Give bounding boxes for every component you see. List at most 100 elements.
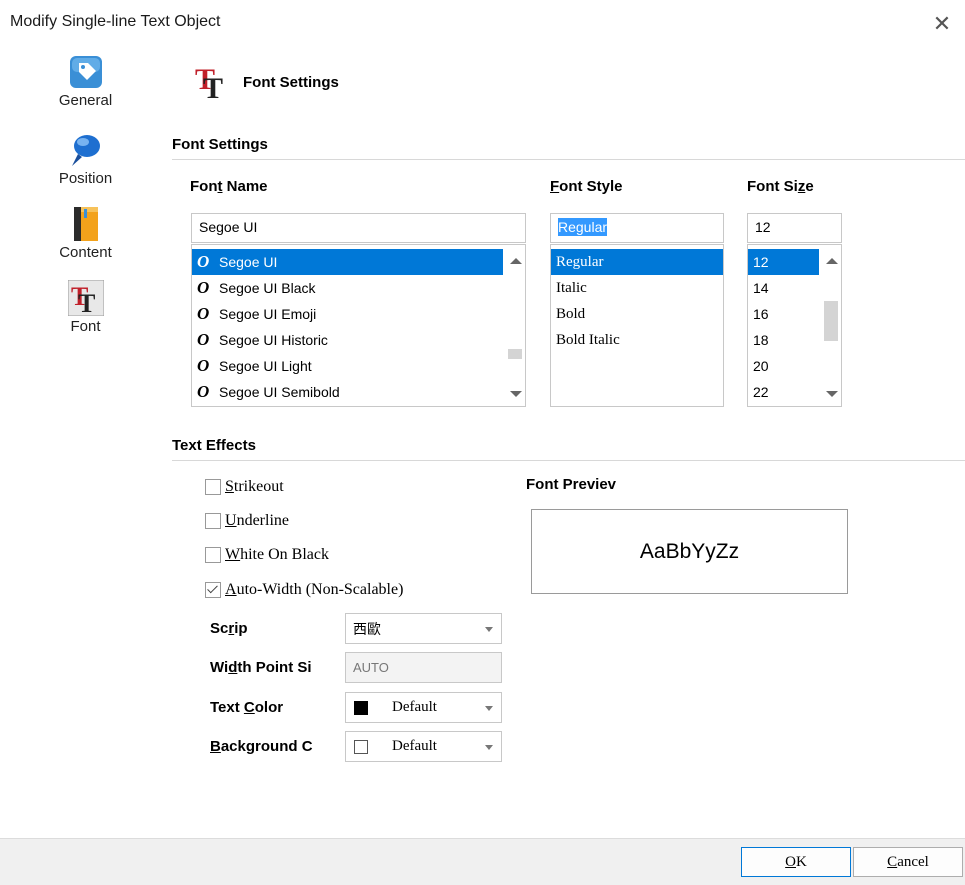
scroll-down-icon[interactable] [826,391,838,397]
close-icon[interactable]: ✕ [927,9,957,39]
ok-button[interactable]: OK [741,847,851,877]
list-item-label: Segoe UI Black [219,280,316,296]
font-size-list[interactable]: 12 14 16 18 20 22 [747,244,842,407]
list-item[interactable]: O Segoe UI Historic [192,327,503,353]
background-color-label: Background C [210,738,313,755]
sidebar-item-label: Position [58,170,113,187]
width-point-size-input: AUTO [345,652,502,683]
font-preview-label: Font Previev [526,476,617,493]
font-size-label: Font Size [747,178,814,195]
scroll-thumb[interactable] [508,349,522,359]
sidebar-item-position[interactable]: Position [38,132,133,187]
svg-text:T: T [203,72,223,101]
font-size-input[interactable]: 12 [747,213,842,243]
scroll-thumb[interactable] [824,301,838,341]
scrollbar[interactable] [821,245,841,406]
list-item-label: 20 [753,358,769,374]
section-font-settings: Font Settings [172,136,965,160]
sidebar-item-content[interactable]: Content [38,206,133,261]
scrollbar[interactable] [505,245,525,406]
cancel-button[interactable]: Cancel [853,847,963,877]
list-item[interactable]: 20 [748,353,819,379]
list-item[interactable]: 22 [748,379,819,405]
font-name-input[interactable]: Segoe UI [191,213,526,243]
pushpin-icon [71,135,100,166]
list-item[interactable]: Bold Italic [551,327,723,353]
script-value: 西歐 [353,620,381,637]
font-style-input[interactable]: Regular [550,213,724,243]
scroll-up-icon[interactable] [826,258,838,264]
font-preview-text: AaBbYyZz [639,539,740,563]
list-item[interactable]: Regular [551,249,723,275]
list-item-label: 12 [753,254,769,270]
book-icon [73,207,98,241]
chevron-down-icon [485,627,493,632]
white-on-black-checkbox[interactable]: White On Black [205,546,329,564]
content-panel: T T Font Settings Font Settings Font Nam… [165,48,965,838]
underline-checkbox[interactable]: Underline [205,512,289,530]
tag-icon [69,56,102,88]
checkbox-box[interactable] [205,547,221,563]
sidebar: General Position Content T T Font [0,48,165,838]
list-item-label: Italic [556,280,587,296]
title-bar: Modify Single-line Text Object ✕ [0,0,965,48]
checkbox-box[interactable] [205,479,221,495]
sidebar-item-font[interactable]: T T Font [38,280,133,335]
font-style-label: Font Style [550,178,623,195]
opentype-icon: O [197,382,210,401]
checkbox-label: White On Black [225,546,329,563]
text-color-label: Text Color [210,699,284,716]
window-title: Modify Single-line Text Object [10,13,221,30]
list-item-label: Segoe UI Light [219,358,312,374]
font-style-list[interactable]: Regular Italic Bold Bold Italic [550,244,724,407]
font-tt-icon: T T [195,63,223,101]
sidebar-item-general[interactable]: General [38,54,133,109]
list-item[interactable]: 12 [748,249,819,275]
list-item[interactable]: Bold [551,301,723,327]
page-title: Font Settings [243,73,339,91]
color-swatch [354,700,368,715]
scroll-down-icon[interactable] [510,391,522,397]
font-name-label: Font Name [190,178,268,195]
opentype-icon: O [197,252,210,271]
list-item[interactable]: O Segoe UI Semibold [192,379,503,405]
auto-width-checkbox[interactable]: Auto-Width (Non-Scalable) [205,581,403,599]
list-item[interactable]: O Segoe UI Light [192,353,503,379]
opentype-icon: O [197,330,210,349]
strikeout-checkbox[interactable]: Strikeout [205,478,284,496]
background-color-select[interactable]: Default [345,731,502,762]
checkbox-box[interactable] [205,582,221,598]
list-item[interactable]: O Segoe UI [192,249,503,275]
opentype-icon: O [197,278,210,297]
checkbox-box[interactable] [205,513,221,529]
list-item[interactable]: O Segoe UI Emoji [192,301,503,327]
font-name-list[interactable]: O Segoe UI O Segoe UI Black O Segoe UI Emoji O… [191,244,526,407]
font-preview-box: AaBbYyZz [531,509,848,594]
list-item-label: Segoe UI [219,254,278,270]
list-item[interactable]: 14 [748,275,819,301]
list-item-label: Segoe UI Emoji [219,306,317,322]
section-title: Text Effects [172,437,256,454]
list-item[interactable]: O Segoe UI Black [192,275,503,301]
checkbox-label: Underline [225,512,289,529]
sidebar-item-label: General [58,92,113,109]
list-item-label: 18 [753,332,769,348]
text-color-select[interactable]: Default [345,692,502,723]
color-swatch [354,739,368,754]
checkbox-label: Strikeout [225,478,284,495]
list-item[interactable]: Italic [551,275,723,301]
page-header: T T Font Settings [195,62,339,102]
script-select[interactable]: 西歐 [345,613,502,644]
list-item-label: Regular [556,254,604,270]
list-item-label: 16 [753,306,769,322]
scroll-up-icon[interactable] [510,258,522,264]
opentype-icon: O [197,304,210,323]
list-item[interactable]: 18 [748,327,819,353]
list-item-label: Segoe UI Semibold [219,384,340,400]
list-item[interactable]: 16 [748,301,819,327]
section-title: Font Settings [172,136,268,153]
dialog-footer: OK Cancel [0,838,965,885]
list-item-label: 22 [753,384,769,400]
width-point-size-label: Width Point Si [210,659,312,676]
checkbox-label: Auto-Width (Non-Scalable) [225,581,404,598]
